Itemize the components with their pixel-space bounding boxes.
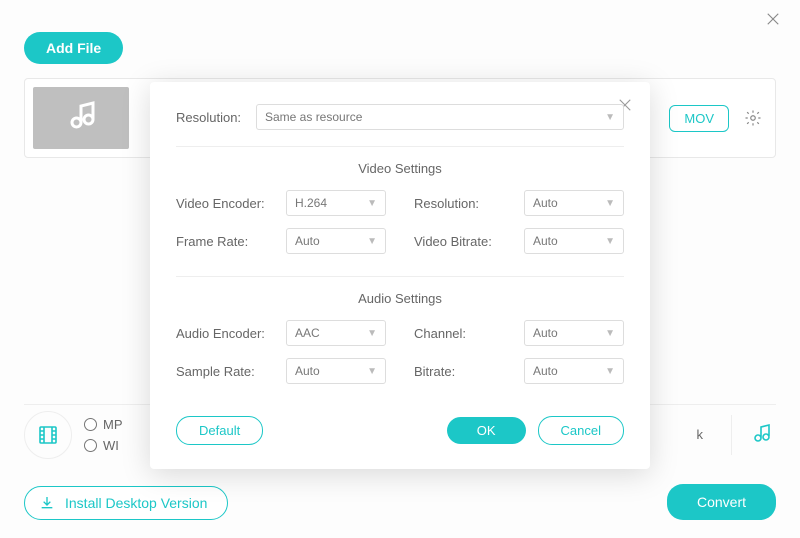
settings-modal: Resolution: Same as resource ▼ Video Set… <box>150 82 650 469</box>
audio-section-title: Audio Settings <box>176 291 624 306</box>
chevron-down-icon: ▼ <box>367 198 377 209</box>
chevron-down-icon: ▼ <box>367 366 377 377</box>
video-encoder-select[interactable]: H.264 ▼ <box>286 190 386 216</box>
format-radio-1-label: MP <box>103 417 123 432</box>
chevron-down-icon: ▼ <box>605 236 615 247</box>
chevron-down-icon: ▼ <box>605 198 615 209</box>
video-resolution-select[interactable]: Auto ▼ <box>524 190 624 216</box>
music-icon <box>749 423 773 447</box>
video-category-icon-wrap[interactable] <box>24 411 72 459</box>
ok-button[interactable]: OK <box>447 417 526 444</box>
audio-encoder-label: Audio Encoder: <box>176 326 278 341</box>
gear-icon <box>744 109 762 127</box>
frame-rate-value: Auto <box>295 234 320 248</box>
chevron-down-icon: ▼ <box>605 112 615 123</box>
audio-encoder-select[interactable]: AAC ▼ <box>286 320 386 346</box>
audio-encoder-value: AAC <box>295 326 320 340</box>
frame-rate-label: Frame Rate: <box>176 234 278 249</box>
sample-rate-value: Auto <box>295 364 320 378</box>
video-bitrate-value: Auto <box>533 234 558 248</box>
settings-gear-button[interactable] <box>739 104 767 132</box>
resolution-select[interactable]: Same as resource ▼ <box>256 104 624 130</box>
audio-bitrate-value: Auto <box>533 364 558 378</box>
default-button[interactable]: Default <box>176 416 263 445</box>
download-icon <box>39 495 55 511</box>
install-desktop-label: Install Desktop Version <box>65 495 207 511</box>
divider-1 <box>176 146 624 147</box>
format-radio-2[interactable]: WI <box>84 438 123 453</box>
format-radio-2-label: WI <box>103 438 119 453</box>
format-button[interactable]: MOV <box>669 105 729 132</box>
channel-label: Channel: <box>414 326 516 341</box>
file-thumbnail <box>33 87 129 149</box>
install-desktop-button[interactable]: Install Desktop Version <box>24 486 228 520</box>
audio-bitrate-select[interactable]: Auto ▼ <box>524 358 624 384</box>
channel-value: Auto <box>533 326 558 340</box>
format-radio-1[interactable]: MP <box>84 417 123 432</box>
chevron-down-icon: ▼ <box>367 328 377 339</box>
sample-rate-select[interactable]: Auto ▼ <box>286 358 386 384</box>
video-bitrate-select[interactable]: Auto ▼ <box>524 228 624 254</box>
video-resolution-label: Resolution: <box>414 196 516 211</box>
sample-rate-label: Sample Rate: <box>176 364 278 379</box>
film-icon <box>36 423 60 447</box>
video-resolution-value: Auto <box>533 196 558 210</box>
add-file-button[interactable]: Add File <box>24 32 123 64</box>
audio-bitrate-label: Bitrate: <box>414 364 516 379</box>
truncated-text: k <box>697 427 704 442</box>
video-encoder-value: H.264 <box>295 196 327 210</box>
channel-select[interactable]: Auto ▼ <box>524 320 624 346</box>
chevron-down-icon: ▼ <box>605 328 615 339</box>
resolution-value: Same as resource <box>265 110 362 124</box>
chevron-down-icon: ▼ <box>367 236 377 247</box>
video-section-title: Video Settings <box>176 161 624 176</box>
format-radio-group: MP WI <box>84 417 123 453</box>
divider-2 <box>176 276 624 277</box>
resolution-label: Resolution: <box>176 110 256 125</box>
cancel-button[interactable]: Cancel <box>538 416 624 445</box>
frame-rate-select[interactable]: Auto ▼ <box>286 228 386 254</box>
video-bitrate-label: Video Bitrate: <box>414 234 516 249</box>
vertical-divider <box>731 415 732 455</box>
music-note-icon <box>63 100 99 136</box>
audio-category-icon-wrap[interactable] <box>746 420 776 450</box>
chevron-down-icon: ▼ <box>605 366 615 377</box>
convert-button[interactable]: Convert <box>667 484 776 520</box>
window-close-button[interactable] <box>764 10 782 33</box>
video-encoder-label: Video Encoder: <box>176 196 278 211</box>
close-icon <box>764 10 782 28</box>
